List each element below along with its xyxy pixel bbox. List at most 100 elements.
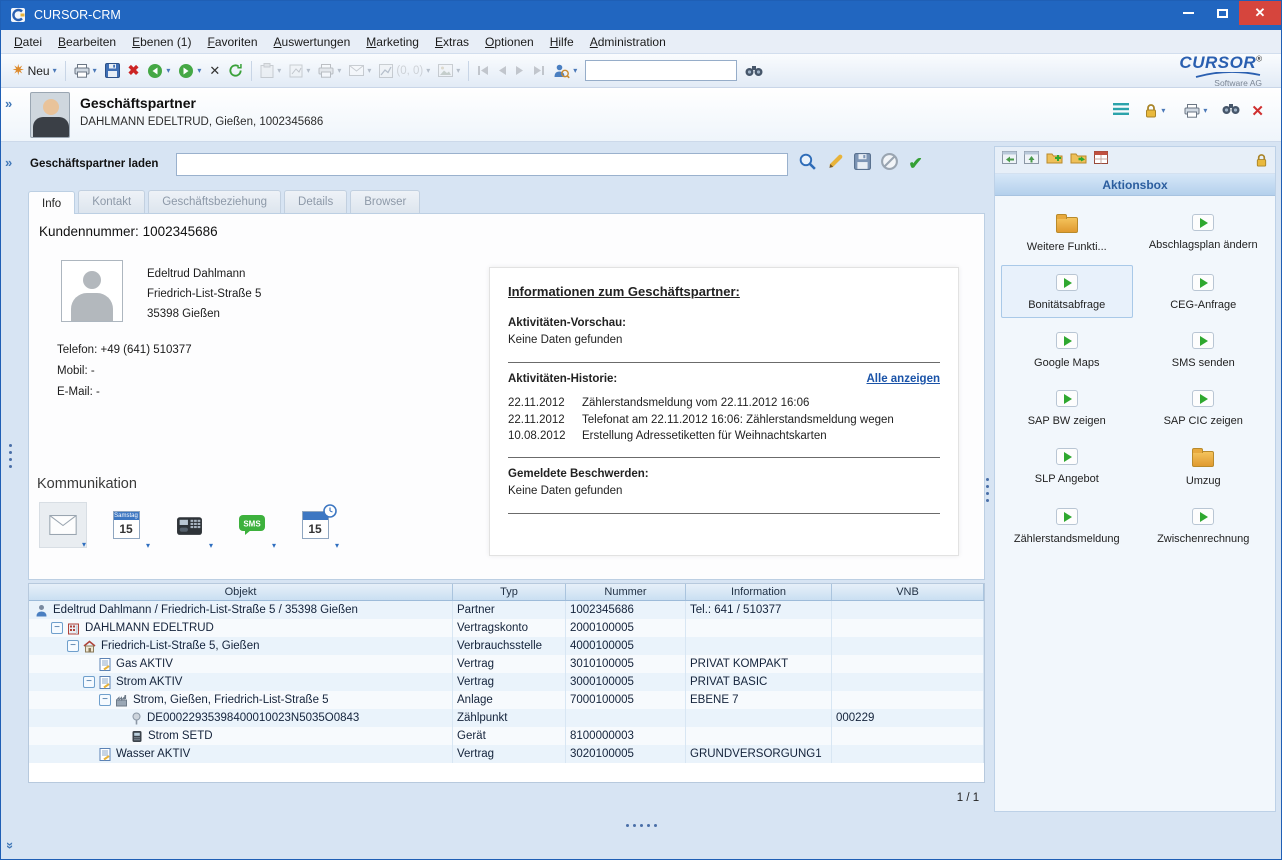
left-splitter-handle[interactable]	[9, 444, 12, 468]
table-row[interactable]: Wasser AKTIV Vertrag 3020100005 GRUNDVER…	[29, 745, 984, 763]
reminder-action-button[interactable]: 15 ▾	[291, 502, 339, 548]
clipboard-button[interactable]: ▾	[256, 61, 285, 80]
column-header-objekt[interactable]: Objekt	[29, 584, 453, 600]
aktionsbox-panel: Aktionsbox Weitere Funkti... Abschlagspl…	[994, 146, 1276, 812]
menu-optionen[interactable]: Optionen	[477, 32, 542, 52]
confirm-button[interactable]: ✔	[908, 154, 922, 174]
header-print-button[interactable]: ▾	[1180, 102, 1211, 120]
delete-button[interactable]: ✖	[124, 60, 144, 81]
cancel-button[interactable]	[880, 152, 899, 176]
action-google-maps[interactable]: Google Maps	[1001, 323, 1133, 376]
new-button[interactable]: ✷ Neu ▾	[8, 61, 61, 80]
close-record-button[interactable]: ✕	[205, 61, 224, 81]
save-button[interactable]	[101, 61, 124, 80]
panel-back-button[interactable]	[1002, 151, 1017, 169]
action-umzug[interactable]: Umzug	[1138, 439, 1270, 494]
open-action-folder-button[interactable]	[1070, 151, 1087, 169]
email-action-button[interactable]: ▾	[39, 502, 87, 548]
collapse-left-panel-button[interactable]: »	[5, 96, 12, 111]
menu-auswertungen[interactable]: Auswertungen	[266, 32, 359, 52]
nav-next-button[interactable]	[511, 63, 529, 78]
table-row[interactable]: Edeltrud Dahlmann / Friedrich-List-Straß…	[29, 601, 984, 619]
mail-button[interactable]: ▾	[345, 63, 375, 78]
action-abschlagsplan-aendern[interactable]: Abschlagsplan ändern	[1138, 205, 1270, 260]
table-row[interactable]: Gas AKTIV Vertrag 3010100005 PRIVAT KOMP…	[29, 655, 984, 673]
collapse-node-button[interactable]: −	[67, 640, 79, 652]
appointment-action-button[interactable]: Samstag 15 ▾	[102, 502, 150, 548]
table-row[interactable]: DE00022935398400010023N5035O0843 Zählpun…	[29, 709, 984, 727]
minimize-button[interactable]	[1171, 1, 1205, 25]
menu-datei[interactable]: Datei	[6, 32, 50, 52]
action-weitere-funktionen[interactable]: Weitere Funkti...	[1001, 205, 1133, 260]
collapse-bottom-panel-button[interactable]: »	[3, 842, 18, 849]
window-up-icon	[1024, 151, 1039, 164]
alle-anzeigen-link[interactable]: Alle anzeigen	[867, 373, 941, 390]
action-sap-bw-zeigen[interactable]: SAP BW zeigen	[1001, 381, 1133, 434]
image-button[interactable]: ▾	[434, 62, 464, 79]
phone-action-button[interactable]: ▾	[165, 502, 213, 548]
action-sap-cic-zeigen[interactable]: SAP CIC zeigen	[1138, 381, 1270, 434]
forward-button[interactable]: ▾	[174, 61, 205, 81]
header-search-button[interactable]	[1222, 102, 1240, 120]
tab-browser[interactable]: Browser	[350, 190, 420, 213]
quick-search-input[interactable]	[585, 60, 737, 81]
tab-kontakt[interactable]: Kontakt	[78, 190, 145, 213]
action-zwischenrechnung[interactable]: Zwischenrechnung	[1138, 499, 1270, 552]
collapse-node-button[interactable]: −	[51, 622, 63, 634]
maximize-button[interactable]	[1205, 1, 1239, 25]
collapse-node-button[interactable]: −	[99, 694, 111, 706]
close-partner-button[interactable]: ✕	[1251, 102, 1264, 121]
coordinates-button[interactable]: (0, 0) ▾	[375, 62, 434, 80]
action-grid-button[interactable]	[1094, 151, 1108, 169]
print-list-button[interactable]: ▾	[314, 62, 345, 80]
collapse-node-button[interactable]: −	[83, 676, 95, 688]
sms-action-button[interactable]: SMS ▾	[228, 502, 276, 548]
lock-record-button[interactable]: ▾	[1140, 101, 1169, 121]
refresh-button[interactable]	[224, 61, 247, 80]
column-header-vnb[interactable]: VNB	[832, 584, 984, 600]
action-bonitaetsabfrage[interactable]: Bonitätsabfrage	[1001, 265, 1133, 318]
menu-bearbeiten[interactable]: Bearbeiten	[50, 32, 124, 52]
tab-details[interactable]: Details	[284, 190, 347, 213]
search-button[interactable]	[798, 152, 817, 176]
person-search-button[interactable]: ▾	[549, 61, 581, 81]
column-header-nummer[interactable]: Nummer	[566, 584, 686, 600]
nav-last-button[interactable]	[529, 63, 549, 78]
menu-hilfe[interactable]: Hilfe	[542, 32, 582, 52]
print-button[interactable]: ▾	[70, 62, 101, 80]
action-slp-angebot[interactable]: SLP Angebot	[1001, 439, 1133, 494]
panel-up-button[interactable]	[1024, 151, 1039, 169]
save-record-button[interactable]	[854, 153, 871, 175]
tab-info[interactable]: Info	[28, 191, 75, 214]
tab-geschaeftsbeziehung[interactable]: Geschäftsbeziehung	[148, 190, 281, 213]
find-button[interactable]	[741, 62, 767, 79]
nav-first-button[interactable]	[473, 63, 493, 78]
back-button[interactable]: ▾	[143, 61, 174, 81]
menu-marketing[interactable]: Marketing	[358, 32, 427, 52]
column-header-information[interactable]: Information	[686, 584, 832, 600]
menu-administration[interactable]: Administration	[582, 32, 674, 52]
bottom-splitter-handle[interactable]	[0, 824, 1282, 827]
add-action-folder-button[interactable]	[1046, 151, 1063, 169]
menu-ebenen[interactable]: Ebenen (1)	[124, 32, 199, 52]
table-row[interactable]: Strom SETD Gerät 8100000003	[29, 727, 984, 745]
menu-list-button[interactable]	[1113, 102, 1129, 120]
load-partner-input[interactable]	[176, 153, 788, 176]
menu-extras[interactable]: Extras	[427, 32, 477, 52]
edit-button[interactable]	[826, 152, 845, 176]
table-row[interactable]: − Strom AKTIV Vertrag 3000100005 PRIVAT …	[29, 673, 984, 691]
table-row[interactable]: − Strom, Gießen, Friedrich-List-Straße 5…	[29, 691, 984, 709]
nav-prev-button[interactable]	[493, 63, 511, 78]
column-header-typ[interactable]: Typ	[453, 584, 566, 600]
collapse-search-panel-button[interactable]: »	[5, 155, 12, 170]
panel-lock-button[interactable]	[1255, 153, 1268, 168]
action-ceg-anfrage[interactable]: CEG-Anfrage	[1138, 265, 1270, 318]
menu-favoriten[interactable]: Favoriten	[199, 32, 265, 52]
table-row[interactable]: − DAHLMANN EDELTRUD Vertragskonto 200010…	[29, 619, 984, 637]
close-window-button[interactable]: ✕	[1239, 1, 1281, 25]
table-row[interactable]: − Friedrich-List-Straße 5, Gießen Verbra…	[29, 637, 984, 655]
action-zaehlerstandsmeldung[interactable]: Zählerstandsmeldung	[1001, 499, 1133, 552]
right-splitter-handle[interactable]	[986, 478, 989, 502]
action-sms-senden[interactable]: SMS senden	[1138, 323, 1270, 376]
attach-button[interactable]: ▾	[285, 62, 314, 80]
